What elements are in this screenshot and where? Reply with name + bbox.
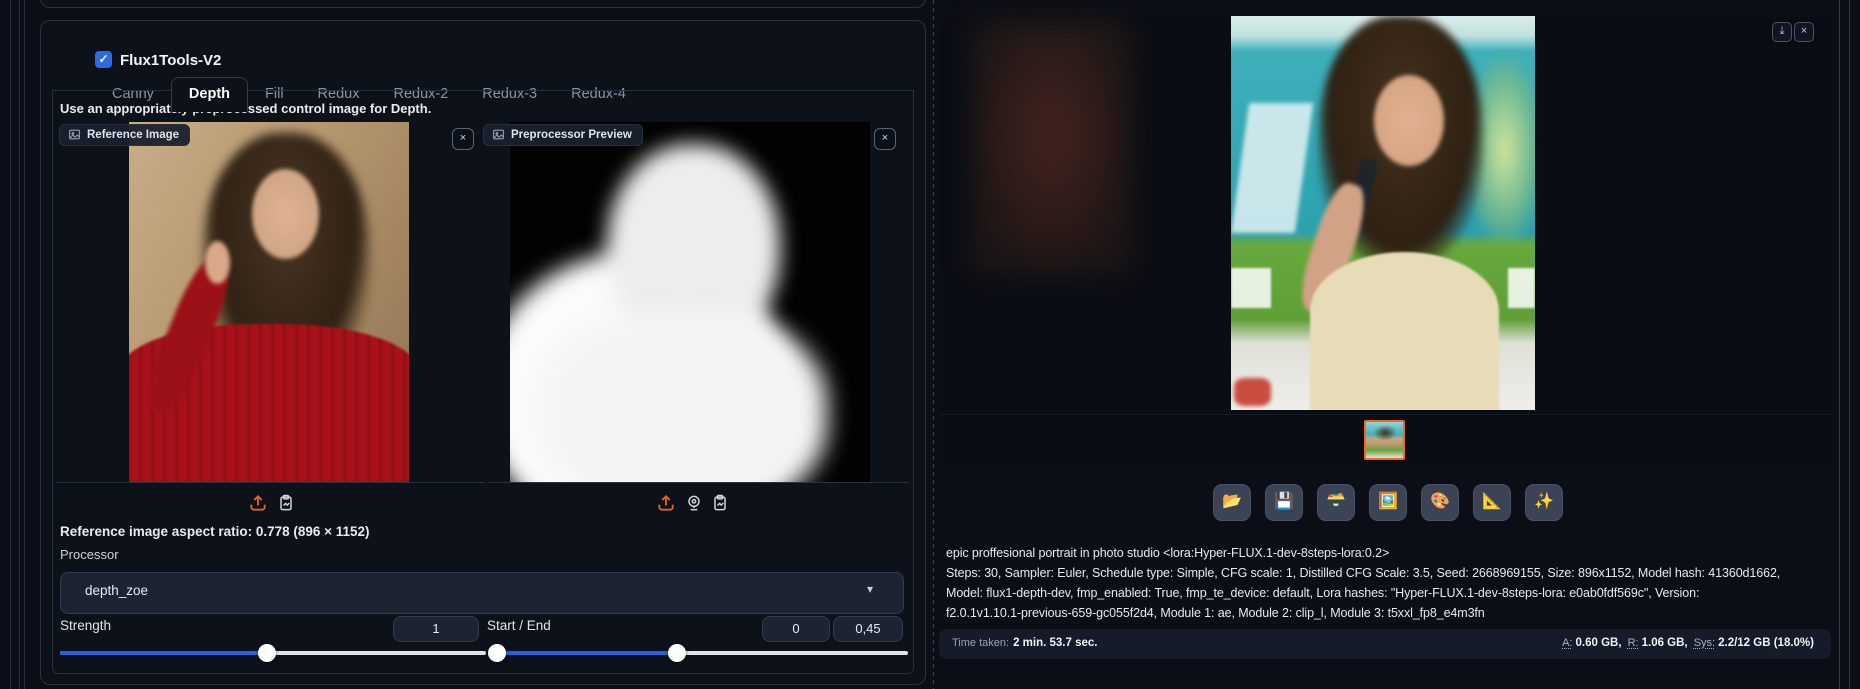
- app-root: ✓ Flux1Tools-V2 ▼ Canny Depth Fill Redux…: [0, 0, 1860, 689]
- memory-stats: A: 0.60 GB, R:1.06 GB, Sys:2.2/12 GB (18.…: [1562, 637, 1817, 649]
- preprocessor-preview-chip: Preprocessor Preview: [483, 124, 643, 146]
- save-image-button[interactable]: 💾: [1265, 484, 1303, 521]
- gallery-action-bar: 📂 💾 🗃️ 🖼️ 🎨 📐 ✨: [1213, 484, 1563, 521]
- right-scrollbar[interactable]: [1839, 0, 1840, 689]
- gallery-ghost-preview: [971, 21, 1132, 274]
- left-column-border: [24, 0, 25, 689]
- time-taken: Time taken: 2 min. 53.7 sec.: [952, 637, 1097, 649]
- flux1tools-checkbox[interactable]: ✓: [95, 51, 112, 68]
- start-slider-thumb[interactable]: [488, 644, 506, 662]
- column-splitter[interactable]: [933, 0, 934, 689]
- enhance-button[interactable]: ✨: [1525, 484, 1563, 521]
- time-taken-value: 2 min. 53.7 sec.: [1013, 637, 1097, 649]
- image-icon: [492, 128, 505, 141]
- ruler-button[interactable]: 📐: [1473, 484, 1511, 521]
- result-gallery: ⤓ ×: [939, 14, 1831, 466]
- reference-image-label: Reference Image: [87, 129, 179, 141]
- memory-sys-value: 2.2/12 GB (18.0%): [1718, 637, 1814, 649]
- thumbnail-strip-divider: [940, 414, 1830, 415]
- left-scrollbar-inner[interactable]: [19, 0, 20, 689]
- preprocessor-preview-label: Preprocessor Preview: [511, 129, 632, 141]
- memory-r-value: 1.06 GB,: [1642, 637, 1688, 649]
- window-scrollbar[interactable]: [1849, 0, 1850, 689]
- tab-depth[interactable]: Depth: [171, 77, 248, 112]
- open-folder-button[interactable]: 📂: [1213, 484, 1251, 521]
- gallery-thumbnail-selected[interactable]: [1364, 420, 1405, 460]
- status-footer: Time taken: 2 min. 53.7 sec. A: 0.60 GB, R…: [939, 629, 1831, 659]
- depth-tab-panel: [52, 90, 914, 674]
- image-icon: [68, 128, 81, 141]
- download-image-button[interactable]: ⤓: [1772, 22, 1792, 42]
- generated-image[interactable]: [1231, 16, 1535, 410]
- save-zip-button[interactable]: 🗃️: [1317, 484, 1355, 521]
- palette-button[interactable]: 🎨: [1421, 484, 1459, 521]
- memory-a-value: 0.60 GB,: [1576, 637, 1622, 649]
- time-taken-label: Time taken:: [952, 637, 1009, 649]
- params-line: f2.0.1v1.10.1-previous-659-gc055f2d4, Mo…: [946, 606, 1831, 620]
- memory-r-label: R:: [1628, 637, 1639, 649]
- memory-sys-label: Sys:: [1694, 637, 1715, 649]
- memory-a-label: A:: [1562, 637, 1572, 649]
- left-scrollbar[interactable]: [10, 0, 11, 689]
- panel-title[interactable]: Flux1Tools-V2: [120, 52, 221, 69]
- close-gallery-button[interactable]: ×: [1794, 22, 1814, 42]
- strength-slider-thumb[interactable]: [258, 644, 276, 662]
- collapsed-panel-above: [40, 0, 926, 8]
- reference-image-close-button[interactable]: ×: [452, 128, 474, 150]
- prompt-text: epic proffesional portrait in photo stud…: [946, 546, 1831, 560]
- send-to-image-button[interactable]: 🖼️: [1369, 484, 1407, 521]
- reference-image-chip: Reference Image: [59, 124, 190, 146]
- preprocessor-preview-close-button[interactable]: ×: [874, 128, 896, 150]
- end-slider-thumb[interactable]: [668, 644, 686, 662]
- params-line: Model: flux1-depth-dev, fmp_enabled: Tru…: [946, 586, 1831, 600]
- params-line: Steps: 30, Sampler: Euler, Schedule type…: [946, 566, 1831, 580]
